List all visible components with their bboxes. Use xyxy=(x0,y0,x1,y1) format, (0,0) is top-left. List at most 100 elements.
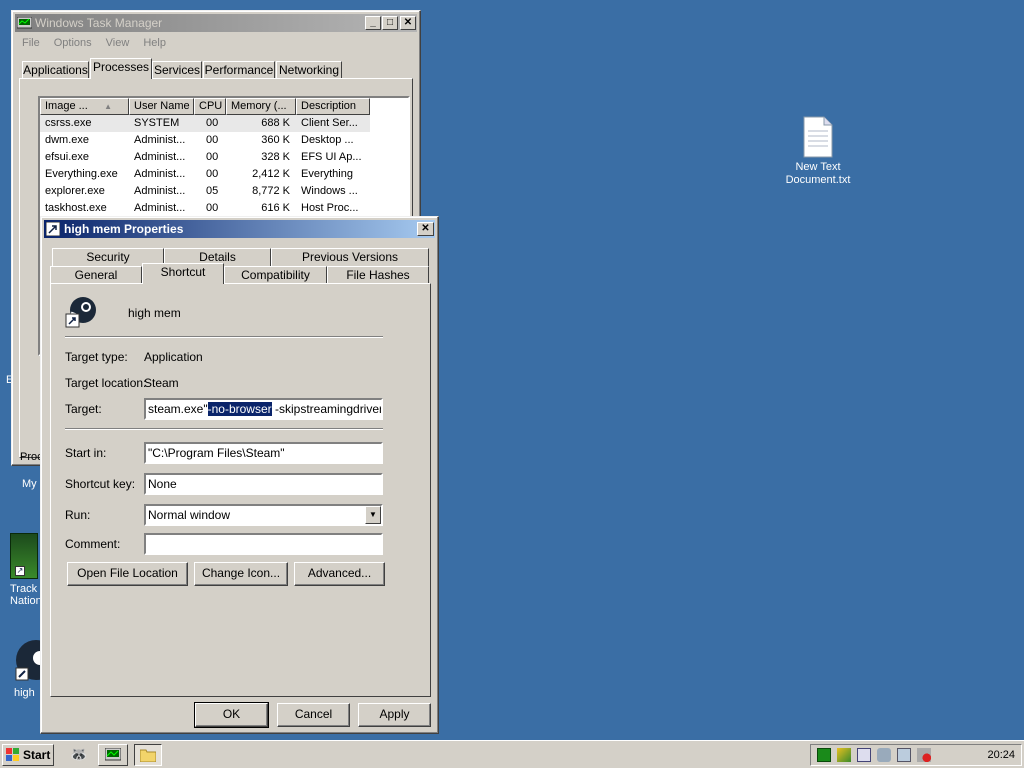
table-cell: Everything xyxy=(301,168,353,180)
table-cell: Administ... xyxy=(134,168,186,180)
table-cell: Administ... xyxy=(134,134,186,146)
maximize-button[interactable]: □ xyxy=(382,16,398,30)
menu-help[interactable]: Help xyxy=(141,35,168,53)
minimize-button[interactable]: _ xyxy=(365,16,381,30)
network-icon[interactable] xyxy=(897,748,911,762)
open-file-location-button[interactable]: Open File Location xyxy=(67,562,188,586)
column-memory[interactable]: Memory (... xyxy=(226,98,296,115)
table-cell: EFS UI Ap... xyxy=(301,151,362,163)
menu-view[interactable]: View xyxy=(104,35,132,53)
run-select[interactable]: Normal window ▼ xyxy=(144,504,383,526)
start-in-input[interactable]: "C:\Program Files\Steam" xyxy=(144,442,383,464)
tab-networking[interactable]: Networking xyxy=(276,61,342,79)
green-square-icon[interactable] xyxy=(817,748,831,762)
menu-file[interactable]: File xyxy=(20,35,42,53)
advanced-button[interactable]: Advanced... xyxy=(294,562,385,586)
table-cell: SYSTEM xyxy=(129,115,194,132)
table-cell: Administ... xyxy=(134,151,186,163)
change-icon-button[interactable]: Change Icon... xyxy=(194,562,288,586)
ok-button[interactable]: OK xyxy=(194,702,269,728)
taskbar-explorer[interactable] xyxy=(134,744,162,766)
security-icon[interactable] xyxy=(837,748,851,762)
table-row[interactable]: Everything.exe Administ... 00 2,412 K Everyt… xyxy=(40,166,408,183)
run-select-value: Normal window xyxy=(148,508,231,522)
table-row[interactable]: explorer.exe Administ... 05 8,772 K Windows … xyxy=(40,183,408,200)
dropdown-arrow-icon[interactable]: ▼ xyxy=(365,506,381,524)
table-row[interactable]: csrss.exe SYSTEM 00 688 K Client Ser... xyxy=(40,115,408,132)
menu-options[interactable]: Options xyxy=(52,35,94,53)
table-row[interactable]: taskhost.exe Administ... 00 616 K Host Proc.… xyxy=(40,200,408,217)
task-manager-menubar: File Options View Help xyxy=(16,35,168,53)
close-button[interactable]: ✕ xyxy=(417,222,434,236)
table-cell: 360 K xyxy=(261,134,290,146)
close-button[interactable]: ✕ xyxy=(400,16,416,30)
raccoon-icon[interactable]: 🦝 xyxy=(70,746,88,764)
column-user-name[interactable]: User Name xyxy=(129,98,194,115)
tab-general[interactable]: General xyxy=(50,266,142,284)
task-manager-icon xyxy=(104,747,122,761)
table-cell: 00 xyxy=(206,134,219,146)
column-description[interactable]: Description xyxy=(296,98,370,115)
apply-button[interactable]: Apply xyxy=(358,703,431,727)
folder-icon xyxy=(139,749,157,763)
table-cell: taskhost.exe xyxy=(45,202,107,214)
volume-muted-icon[interactable] xyxy=(917,748,931,762)
cancel-button[interactable]: Cancel xyxy=(277,703,350,727)
desktop-icon-high-partial[interactable]: high xyxy=(14,638,56,699)
windows-logo-icon xyxy=(6,748,19,761)
taskbar-task-manager[interactable] xyxy=(98,744,128,766)
run-label: Run: xyxy=(65,508,91,522)
shortcut-panel: high mem Target type: Application Target… xyxy=(50,283,431,697)
tab-shortcut[interactable]: Shortcut xyxy=(142,263,224,284)
task-manager-icon xyxy=(17,16,32,28)
start-label: Start xyxy=(23,748,51,762)
table-cell: 00 xyxy=(206,151,219,163)
tab-processes[interactable]: Processes xyxy=(90,58,152,79)
desktop-icon-my-partial[interactable]: My xyxy=(22,478,37,490)
start-button[interactable]: Start xyxy=(2,744,54,766)
column-cpu[interactable]: CPU xyxy=(194,98,226,115)
desktop-icon-label: My xyxy=(22,478,37,490)
table-row[interactable]: efsui.exe Administ... 00 328 K EFS UI Ap... xyxy=(40,149,408,166)
table-cell: Client Ser... xyxy=(296,115,370,132)
table-cell: Administ... xyxy=(134,202,186,214)
table-row[interactable]: dwm.exe Administ... 00 360 K Desktop ... xyxy=(40,132,408,149)
tab-file-hashes[interactable]: File Hashes xyxy=(327,266,429,284)
shortcut-small-icon xyxy=(46,222,60,236)
desktop-icon-track-partial[interactable]: ↗ Track Nation xyxy=(10,533,42,607)
target-input[interactable]: steam.exe"-no-browser -skipstreamingdriv… xyxy=(144,398,383,420)
shortcut-key-input[interactable]: None xyxy=(144,473,383,495)
table-cell: Windows ... xyxy=(301,185,358,197)
tab-applications[interactable]: Applications xyxy=(22,61,89,79)
comment-input[interactable] xyxy=(144,533,383,555)
comment-label: Comment: xyxy=(65,537,121,551)
desktop-icon-label: Nation xyxy=(10,595,42,607)
table-cell: Desktop ... xyxy=(301,134,354,146)
separator xyxy=(65,428,383,430)
target-location-label: Target location: xyxy=(65,376,147,390)
task-manager-titlebar[interactable]: Windows Task Manager _ □ ✕ xyxy=(15,14,417,32)
desktop-icon-label: high xyxy=(14,687,35,699)
tab-services[interactable]: Services xyxy=(152,61,202,79)
target-text-after: -skipstreamingdrivers -vrdi xyxy=(274,402,383,416)
target-text-before: steam.exe" xyxy=(148,402,208,416)
table-cell: Administ... xyxy=(134,185,186,197)
properties-dialog[interactable]: high mem Properties ✕ Security Details P… xyxy=(40,216,439,734)
process-list-header: Image ... ▲ User Name CPU Memory (... Des… xyxy=(40,98,408,115)
tab-compatibility[interactable]: Compatibility xyxy=(224,266,327,284)
shortcut-key-label: Shortcut key: xyxy=(65,477,136,491)
target-type-value: Application xyxy=(144,350,203,364)
table-cell: 2,412 K xyxy=(252,168,290,180)
tab-previous-versions[interactable]: Previous Versions xyxy=(271,248,429,266)
properties-titlebar[interactable]: high mem Properties ✕ xyxy=(44,220,435,238)
taskbar-clock[interactable]: 20:24 xyxy=(987,749,1021,761)
tab-performance[interactable]: Performance xyxy=(203,61,275,79)
column-image-name[interactable]: Image ... ▲ xyxy=(40,98,129,115)
table-cell: 00 xyxy=(206,168,219,180)
desktop-icon-new-text-document[interactable]: New Text Document.txt xyxy=(778,116,858,187)
table-cell: efsui.exe xyxy=(45,151,90,163)
safely-remove-hardware-icon[interactable] xyxy=(877,748,891,762)
table-cell: explorer.exe xyxy=(45,185,105,197)
table-cell: 00 xyxy=(194,115,226,132)
monitor-icon[interactable] xyxy=(857,748,871,762)
